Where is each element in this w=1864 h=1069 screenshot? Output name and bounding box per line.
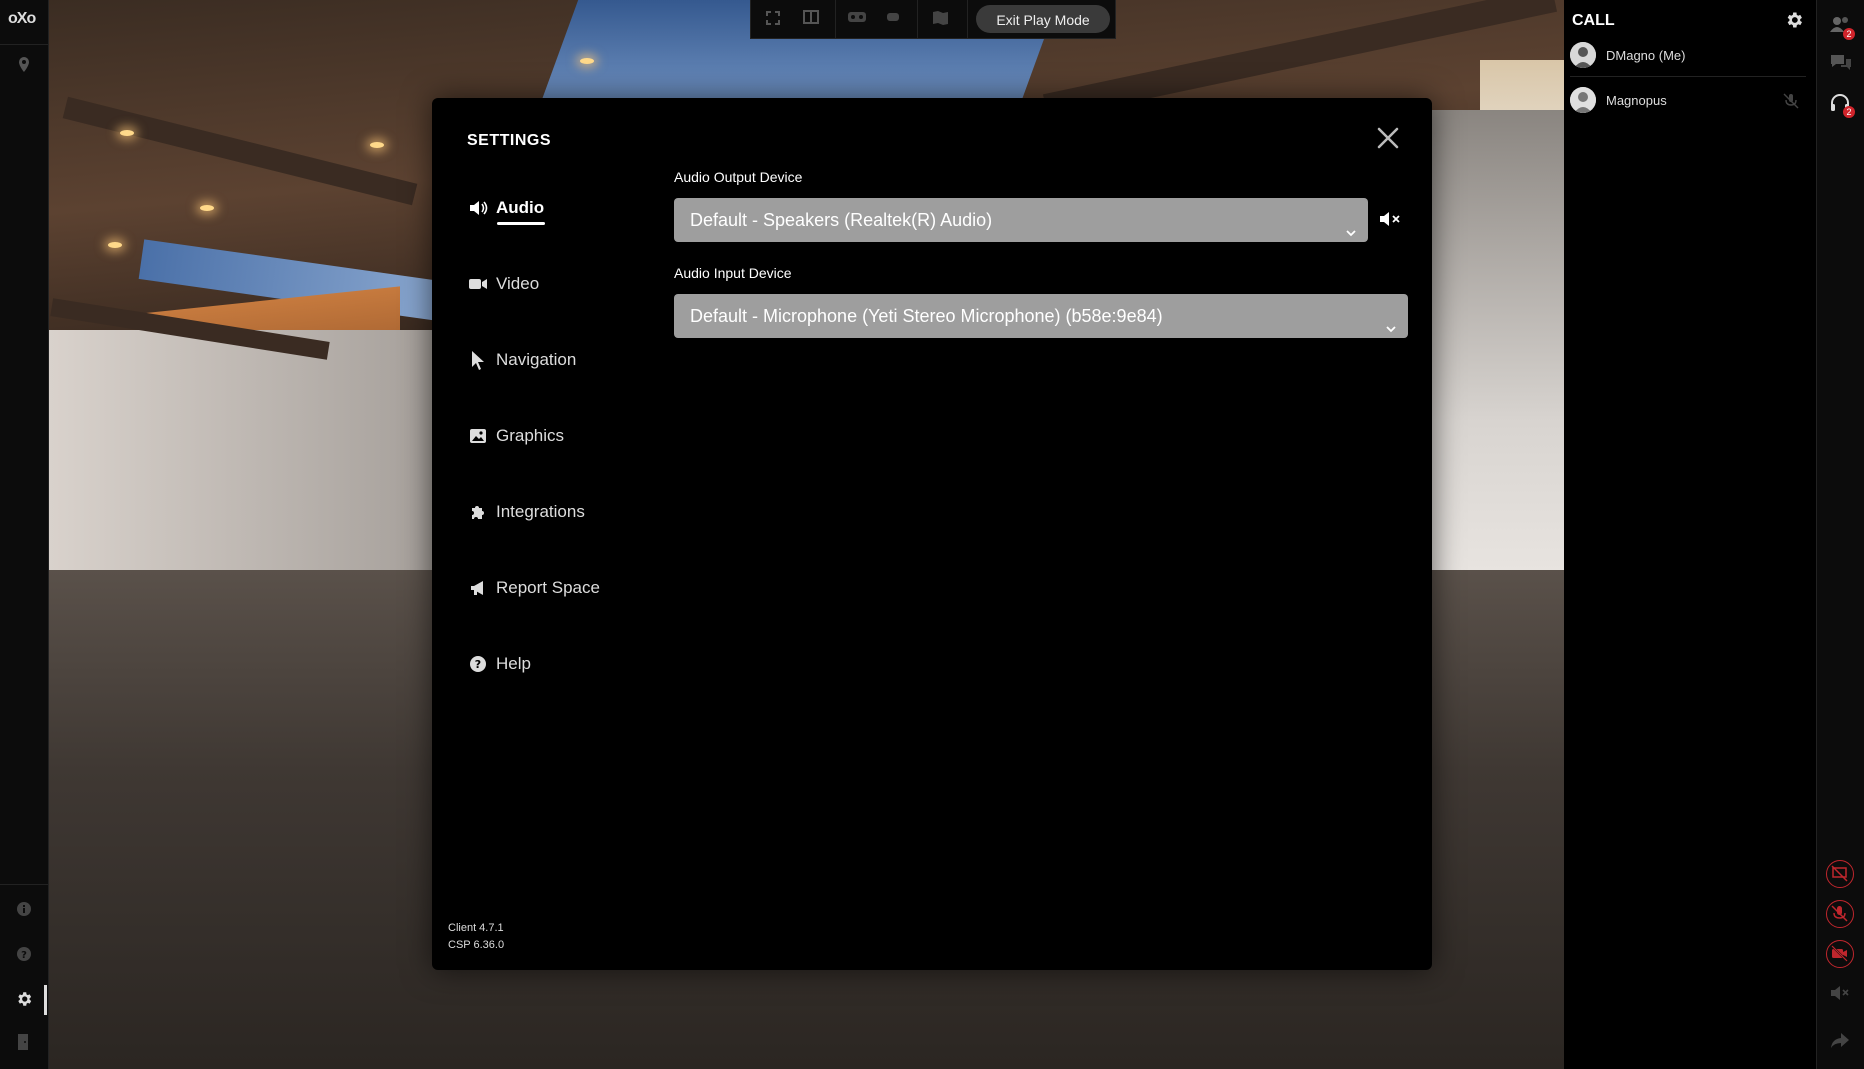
settings-title: SETTINGS bbox=[467, 132, 552, 149]
settings-nav-report-space[interactable]: Report Space bbox=[468, 574, 600, 602]
top-toolbar: Exit Play Mode bbox=[750, 0, 1116, 39]
nav-label-audio: Audio bbox=[496, 198, 545, 217]
cursor-arrow-icon bbox=[468, 350, 488, 370]
divider bbox=[0, 44, 48, 45]
help-icon[interactable]: ? bbox=[14, 946, 34, 966]
scene-light bbox=[108, 242, 122, 248]
camera-off-button[interactable] bbox=[1826, 940, 1854, 968]
divider bbox=[835, 0, 836, 38]
video-camera-icon bbox=[468, 274, 488, 294]
ar-icon[interactable] bbox=[883, 10, 903, 28]
location-pin-icon[interactable] bbox=[14, 56, 34, 76]
audio-input-select[interactable]: Default - Microphone (Yeti Stereo Microp… bbox=[674, 294, 1408, 338]
screen-share-off-button[interactable] bbox=[1826, 860, 1854, 888]
scene-wall-left bbox=[48, 330, 438, 580]
exit-door-icon[interactable] bbox=[14, 1033, 34, 1053]
right-sidebar: 2 2 bbox=[1816, 0, 1864, 1069]
svg-text:?: ? bbox=[475, 658, 481, 671]
avatar bbox=[1570, 87, 1596, 113]
divider bbox=[917, 0, 918, 38]
megaphone-icon bbox=[468, 578, 488, 598]
divider bbox=[0, 884, 48, 885]
split-view-icon[interactable] bbox=[801, 10, 821, 28]
headset-icon[interactable]: 2 bbox=[1829, 92, 1855, 118]
close-icon[interactable] bbox=[1374, 124, 1402, 152]
speaker-mute-icon[interactable] bbox=[1378, 208, 1402, 230]
svg-text:?: ? bbox=[21, 950, 27, 961]
headset-count-badge: 2 bbox=[1843, 106, 1855, 118]
settings-nav-video[interactable]: Video bbox=[468, 270, 539, 298]
vr-headset-icon[interactable] bbox=[847, 10, 867, 28]
chat-icon[interactable] bbox=[1829, 52, 1853, 76]
nav-label-help: Help bbox=[496, 654, 531, 673]
scene-light bbox=[370, 142, 384, 148]
scene-light bbox=[200, 205, 214, 211]
exit-play-mode-button[interactable]: Exit Play Mode bbox=[976, 5, 1110, 33]
info-icon[interactable] bbox=[14, 901, 34, 921]
participant-name: DMagno (Me) bbox=[1606, 47, 1686, 63]
audio-output-value: Default - Speakers (Realtek(R) Audio) bbox=[690, 210, 993, 230]
map-settings-icon[interactable] bbox=[931, 10, 951, 28]
microphone-off-button[interactable] bbox=[1826, 900, 1854, 928]
scene-light bbox=[120, 130, 134, 136]
settings-nav-graphics[interactable]: Graphics bbox=[468, 422, 564, 450]
audio-output-label: Audio Output Device bbox=[674, 169, 803, 185]
audio-output-select[interactable]: Default - Speakers (Realtek(R) Audio) bbox=[674, 198, 1368, 242]
settings-nav-navigation[interactable]: Navigation bbox=[468, 346, 576, 374]
left-sidebar: oXo ? bbox=[0, 0, 49, 1069]
speaker-icon bbox=[468, 198, 488, 218]
active-indicator bbox=[44, 985, 47, 1015]
avatar bbox=[1570, 42, 1596, 68]
microphone-muted-icon bbox=[1782, 92, 1800, 110]
settings-nav-help[interactable]: ? Help bbox=[468, 650, 531, 678]
divider bbox=[967, 0, 968, 38]
audio-input-value: Default - Microphone (Yeti Stereo Microp… bbox=[690, 306, 1163, 326]
settings-gear-icon[interactable] bbox=[14, 990, 34, 1010]
gear-icon[interactable] bbox=[1784, 10, 1804, 30]
settings-modal: SETTINGS Audio Video Navigation Graphics… bbox=[432, 98, 1432, 970]
csp-version: CSP 6.36.0 bbox=[448, 939, 505, 951]
client-version: Client 4.7.1 bbox=[448, 922, 504, 934]
question-circle-icon: ? bbox=[468, 654, 488, 674]
chevron-down-icon bbox=[1384, 308, 1398, 333]
divider bbox=[1570, 76, 1806, 77]
app-logo[interactable]: oXo bbox=[8, 10, 36, 28]
nav-label-video: Video bbox=[496, 274, 540, 293]
audio-input-label: Audio Input Device bbox=[674, 265, 792, 281]
nav-label-graphics: Graphics bbox=[496, 426, 565, 445]
image-icon bbox=[468, 426, 488, 446]
scene-wall-right bbox=[1430, 110, 1564, 630]
call-title: CALL bbox=[1572, 12, 1615, 29]
call-panel: CALL DMagno (Me) Magnopus bbox=[1564, 0, 1816, 1069]
nav-label-navigation: Navigation bbox=[496, 350, 577, 369]
active-tab-underline bbox=[497, 222, 545, 225]
participant-item[interactable]: DMagno (Me) bbox=[1570, 35, 1806, 75]
people-count-badge: 2 bbox=[1843, 28, 1855, 40]
nav-label-integrations: Integrations bbox=[496, 502, 585, 521]
scene-light bbox=[580, 58, 594, 64]
speaker-mute-icon[interactable] bbox=[1829, 983, 1853, 1007]
settings-nav-integrations[interactable]: Integrations bbox=[468, 498, 585, 526]
fullscreen-icon[interactable] bbox=[763, 10, 783, 28]
puzzle-icon bbox=[468, 502, 488, 522]
settings-nav-audio[interactable]: Audio bbox=[468, 194, 544, 222]
participant-item[interactable]: Magnopus bbox=[1570, 80, 1806, 120]
chevron-down-icon bbox=[1344, 212, 1358, 237]
share-icon[interactable] bbox=[1829, 1030, 1853, 1054]
participant-name: Magnopus bbox=[1606, 92, 1667, 108]
people-icon[interactable]: 2 bbox=[1829, 14, 1855, 40]
nav-label-report-space: Report Space bbox=[496, 578, 600, 597]
